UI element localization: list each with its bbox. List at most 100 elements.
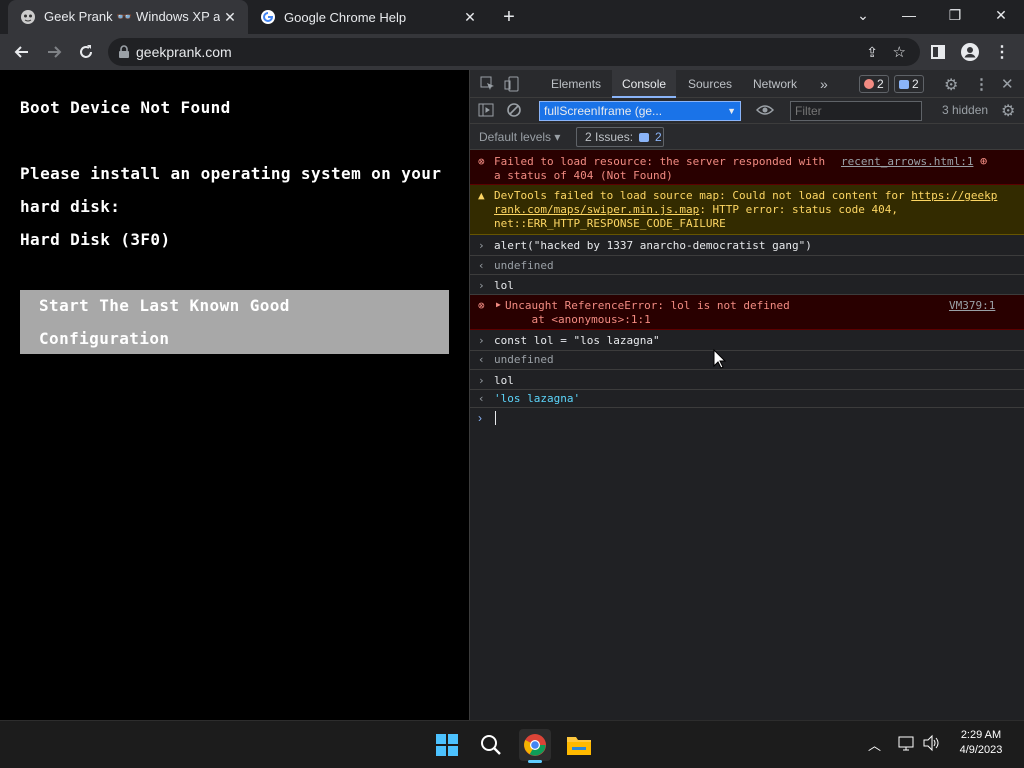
- issue-icon: [639, 132, 650, 142]
- console-message: Failed to load resource: the server resp…: [494, 155, 826, 182]
- search-icon[interactable]: [475, 729, 507, 761]
- context-select[interactable]: fullScreenIframe (ge... ▼: [539, 101, 741, 121]
- console-input-row: › lol: [470, 370, 1024, 390]
- console-input-row: › const lol = "los lazagna": [470, 330, 1024, 351]
- chevron-right-icon: ›: [478, 279, 485, 292]
- browser-toolbar: geekprank.com ⇪ ☆ ⋮: [0, 34, 1024, 70]
- device-toolbar-icon[interactable]: [504, 76, 520, 97]
- reload-icon[interactable]: [72, 38, 100, 66]
- return-arrow-icon: ‹: [478, 259, 485, 272]
- console-output-row: ‹ undefined: [470, 256, 1024, 275]
- page-viewport: Boot Device Not Found Please install an …: [0, 70, 469, 720]
- console-settings-icon[interactable]: ⚙: [1001, 101, 1015, 121]
- console-command: const lol = "los lazagna": [494, 334, 660, 347]
- clear-console-icon[interactable]: [507, 103, 521, 122]
- console-input-row: › alert("hacked by 1337 anarcho-democrat…: [470, 235, 1024, 256]
- error-circle-icon: ⊗: [478, 299, 485, 312]
- chevron-up-icon[interactable]: ︿: [868, 735, 881, 754]
- source-link[interactable]: VM379:1: [949, 299, 995, 312]
- expand-triangle-icon[interactable]: ▶: [496, 300, 501, 309]
- tab-network[interactable]: Network: [743, 70, 807, 98]
- tab-elements[interactable]: Elements: [541, 70, 611, 98]
- google-favicon-icon: [261, 10, 275, 24]
- devtools-panel: Elements Console Sources Network » 2 2 ⚙…: [469, 70, 1024, 720]
- issues-button[interactable]: 2 Issues: 2: [576, 127, 664, 147]
- tab-sources[interactable]: Sources: [678, 70, 742, 98]
- chrome-taskbar-icon[interactable]: [519, 729, 551, 763]
- filter-input[interactable]: [790, 101, 922, 121]
- bookmark-star-icon[interactable]: ☆: [893, 43, 906, 61]
- volume-icon[interactable]: [922, 734, 940, 757]
- console-output: undefined: [494, 353, 554, 366]
- console-toolbar: fullScreenIframe (ge... ▼ 3 hidden ⚙: [470, 98, 1024, 124]
- more-tabs-icon[interactable]: »: [810, 70, 838, 98]
- chevron-right-icon: ›: [478, 374, 485, 387]
- running-indicator: [528, 760, 542, 763]
- error-icon: [864, 79, 874, 89]
- console-error-row: ⊗ Failed to load resource: the server re…: [470, 150, 1024, 185]
- chrome-menu-icon[interactable]: ⋮: [988, 38, 1016, 66]
- sidebar-toggle-icon[interactable]: [478, 103, 494, 122]
- context-value: fullScreenIframe (ge...: [544, 104, 663, 118]
- issues-label: 2 Issues:: [585, 130, 634, 144]
- network-request-icon[interactable]: ⊕: [980, 154, 987, 168]
- clock-date: 4/9/2023: [959, 744, 1003, 756]
- console-error-row: ⊗ ▶ Uncaught ReferenceError: lol is not …: [470, 295, 1024, 330]
- chevron-right-icon: ›: [478, 334, 485, 347]
- tab-geek-prank[interactable]: Geek Prank 👓 Windows XP and ✕: [8, 0, 248, 34]
- devtools-menu-icon[interactable]: ⋮: [974, 75, 989, 93]
- clock-time: 2:29 AM: [960, 729, 1002, 741]
- windows-start-icon[interactable]: [431, 729, 463, 761]
- close-tab-icon[interactable]: ✕: [460, 7, 480, 27]
- issues-count: 2: [655, 130, 662, 144]
- console-output-row: ‹ 'los lazagna': [470, 390, 1024, 408]
- console-command: lol: [494, 279, 514, 292]
- forward-icon[interactable]: [40, 38, 68, 66]
- minimize-button[interactable]: —: [886, 0, 932, 30]
- tab-chrome-help[interactable]: Google Chrome Help ✕: [248, 0, 488, 34]
- windows-taskbar: ︿ 2:29 AM 4/9/2023: [0, 720, 1024, 768]
- last-known-good-option[interactable]: Start The Last Known Good Configuration: [20, 290, 449, 354]
- restore-button[interactable]: ❐: [932, 0, 978, 30]
- console-prompt[interactable]: ›: [470, 408, 1024, 430]
- source-link[interactable]: recent_arrows.html:1: [841, 155, 973, 168]
- console-message: DevTools failed to load source map: Coul…: [494, 189, 1014, 231]
- console-command: alert("hacked by 1337 anarcho-democratis…: [494, 239, 812, 252]
- clock[interactable]: 2:29 AM 4/9/2023: [950, 729, 1012, 756]
- warning-text: DevTools failed to load source map: Coul…: [494, 189, 912, 202]
- tab-title: Geek Prank 👓 Windows XP and: [44, 9, 220, 24]
- profile-avatar-icon[interactable]: [956, 38, 984, 66]
- boot-error-line: Please install an operating system on yo…: [20, 164, 442, 183]
- share-icon[interactable]: ⇪: [866, 44, 878, 61]
- close-devtools-icon[interactable]: ✕: [1001, 75, 1014, 93]
- live-expression-eye-icon[interactable]: [755, 102, 775, 123]
- network-icon[interactable]: [898, 734, 916, 757]
- return-arrow-icon: ‹: [478, 353, 485, 366]
- close-window-button[interactable]: ✕: [978, 0, 1024, 30]
- hidden-count: 3 hidden: [942, 103, 989, 117]
- inspect-element-icon[interactable]: [480, 76, 496, 97]
- chevron-right-icon: ›: [478, 239, 485, 252]
- devtools-tabbar: Elements Console Sources Network » 2 2 ⚙…: [470, 70, 1024, 98]
- console-warning-row: ▲ DevTools failed to load source map: Co…: [470, 185, 1024, 235]
- tab-title: Google Chrome Help: [284, 9, 407, 25]
- error-count-badge[interactable]: 2: [859, 75, 889, 93]
- info-count: 2: [912, 77, 919, 91]
- tab-console[interactable]: Console: [612, 70, 677, 98]
- file-explorer-icon[interactable]: [563, 729, 595, 761]
- back-icon[interactable]: [8, 38, 36, 66]
- new-tab-button[interactable]: +: [496, 4, 522, 30]
- error-circle-icon: ⊗: [478, 155, 485, 168]
- default-levels-dropdown[interactable]: Default levels ▾: [479, 130, 560, 144]
- side-panel-icon[interactable]: [924, 38, 952, 66]
- console-output: 'los lazagna': [494, 392, 581, 405]
- address-bar[interactable]: geekprank.com ⇪ ☆: [108, 38, 920, 66]
- boot-error-line: hard disk:: [20, 197, 121, 216]
- close-tab-icon[interactable]: ✕: [220, 7, 240, 27]
- console-command: lol: [494, 374, 514, 387]
- settings-gear-icon[interactable]: ⚙: [944, 75, 958, 95]
- mouse-pointer-icon: [713, 349, 727, 369]
- info-count-badge[interactable]: 2: [894, 75, 924, 93]
- console-levels-bar: Default levels ▾ 2 Issues: 2: [470, 124, 1024, 150]
- tab-search-icon[interactable]: ⌄: [840, 0, 886, 30]
